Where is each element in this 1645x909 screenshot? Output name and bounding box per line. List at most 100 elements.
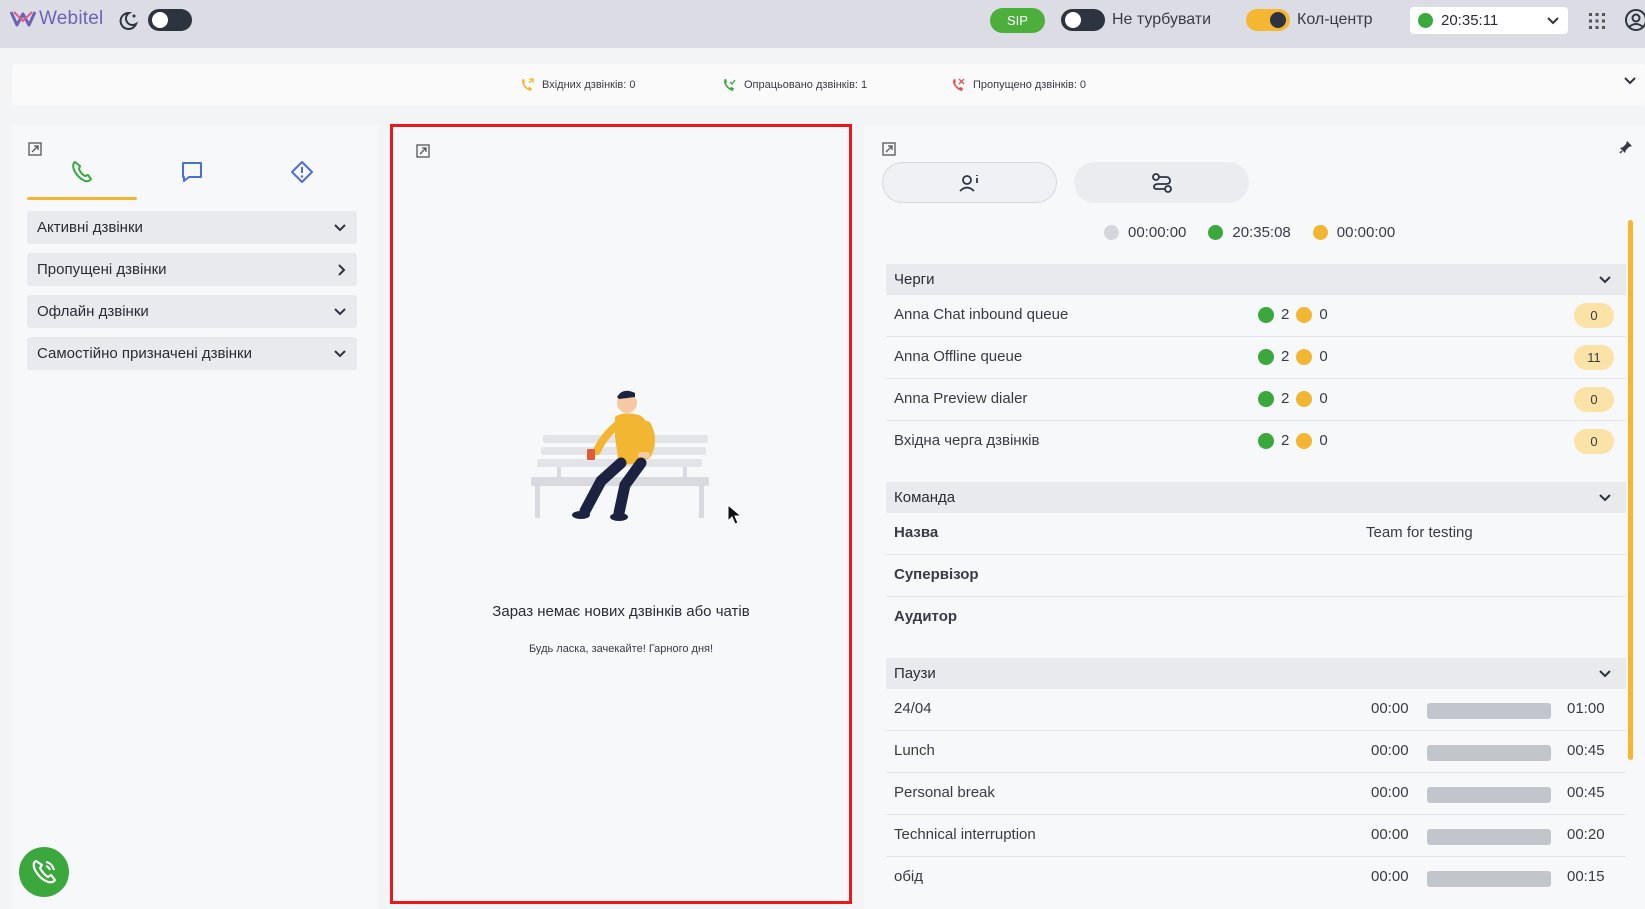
dnd-toggle[interactable] <box>1061 9 1105 31</box>
queue-badge: 0 <box>1574 429 1614 454</box>
pause-end: 01:00 <box>1567 700 1605 717</box>
pause-progress-bar <box>1427 703 1551 719</box>
pause-start: 00:00 <box>1371 700 1409 717</box>
person-on-bench-illustration <box>531 390 709 521</box>
team-row: Супервізор <box>886 555 1626 597</box>
chevron-down-icon[interactable] <box>1623 76 1637 86</box>
pause-row[interactable]: Personal break 00:00 00:45 <box>886 773 1626 815</box>
status-dot-grey <box>1104 225 1119 240</box>
logo-text: Webitel <box>39 8 104 29</box>
expand-icon[interactable] <box>416 144 430 158</box>
conversation-panel: Зараз немає нових дзвінків або чатів Буд… <box>390 124 852 904</box>
status-online-dot <box>1418 13 1433 28</box>
section-queues[interactable]: Черги <box>886 264 1626 295</box>
queue-row: Anna Chat inbound queue 2 0 0 <box>886 295 1626 337</box>
queue-badge: 0 <box>1574 303 1614 328</box>
queue-name: Anna Preview dialer <box>894 390 1028 407</box>
top-header: Webitel SIP Не турбувати Кол-центр 20:35… <box>0 0 1645 48</box>
phone-call-icon <box>32 859 57 884</box>
pause-progress-bar <box>1427 829 1551 845</box>
callcenter-toggle[interactable] <box>1246 9 1290 31</box>
pause-progress-bar <box>1427 745 1551 761</box>
workspace-tabs <box>27 152 357 200</box>
mouse-cursor-icon <box>727 504 743 525</box>
pause-start: 00:00 <box>1371 784 1409 801</box>
timer-offline: 00:00:00 <box>1104 224 1186 241</box>
tab-chats[interactable] <box>137 152 247 200</box>
pin-icon[interactable] <box>1619 140 1633 154</box>
timer-value: 00:00:00 <box>1336 224 1396 241</box>
queue-badge: 11 <box>1574 345 1614 370</box>
pause-row[interactable]: Technical interruption 00:00 00:20 <box>886 815 1626 857</box>
user-account-icon[interactable] <box>1624 8 1645 32</box>
chat-icon <box>182 162 202 182</box>
section-label: Офлайн дзвінки <box>37 303 149 320</box>
queue-badge: 0 <box>1574 387 1614 412</box>
chevron-down-icon <box>1599 669 1611 677</box>
chevron-down-icon <box>1599 493 1611 501</box>
agent-info-icon <box>958 174 978 192</box>
alert-diamond-icon <box>291 161 313 183</box>
team-key: Аудитор <box>894 608 958 625</box>
pause-end: 00:15 <box>1567 868 1605 885</box>
callcenter-label: Кол-центр <box>1297 11 1373 28</box>
section-pauses[interactable]: Паузи <box>886 658 1626 689</box>
theme-toggle[interactable] <box>148 9 192 31</box>
pause-end: 00:20 <box>1567 826 1605 843</box>
pause-row[interactable]: обід 00:00 00:15 <box>886 857 1626 895</box>
queue-green-count: 2 <box>1281 306 1290 323</box>
timer-pause: 00:00:00 <box>1312 224 1396 241</box>
queue-counts: 20 <box>1258 432 1328 449</box>
chevron-down-icon <box>1599 275 1611 283</box>
pause-name: Lunch <box>894 742 935 759</box>
queue-name: Anna Chat inbound queue <box>894 306 1069 323</box>
section-missed-calls[interactable]: Пропущені дзвінки <box>27 253 357 286</box>
chevron-right-icon <box>338 263 346 276</box>
queue-row: Anna Offline queue 20 11 <box>886 337 1626 379</box>
timer-value: 00:00:00 <box>1128 224 1187 241</box>
pause-start: 00:00 <box>1371 868 1409 885</box>
tab-agent-info[interactable] <box>882 162 1057 203</box>
pause-name: 24/04 <box>894 700 932 717</box>
expand-icon[interactable] <box>882 142 896 156</box>
status-dot-green <box>1208 225 1224 240</box>
timer-online: 20:35:08 <box>1208 224 1291 241</box>
section-offline-calls[interactable]: Офлайн дзвінки <box>27 295 357 328</box>
queue-green-count: 2 <box>1281 348 1290 365</box>
pause-end: 00:45 <box>1567 784 1605 801</box>
dnd-label: Не турбувати <box>1112 11 1212 28</box>
tab-calls[interactable] <box>27 152 137 200</box>
section-title: Команда <box>894 489 956 506</box>
pause-row[interactable]: Lunch 00:00 00:45 <box>886 731 1626 773</box>
queue-yellow-count: 0 <box>1319 432 1328 449</box>
queue-yellow-count: 0 <box>1319 306 1328 323</box>
queue-green-count: 2 <box>1281 432 1290 449</box>
agent-status-select[interactable]: 20:35:11 <box>1410 7 1568 34</box>
flow-route-icon <box>1151 172 1172 193</box>
pause-row[interactable]: 24/04 00:00 01:00 <box>886 689 1626 731</box>
section-team[interactable]: Команда <box>886 482 1626 513</box>
section-self-assigned-calls[interactable]: Самостійно призначені дзвінки <box>27 337 357 370</box>
team-row: Аудитор <box>886 597 1626 639</box>
call-stats-bar: Вхідних дзвінків: 0 Опрацьовано дзвінків… <box>12 64 1645 106</box>
tab-flow[interactable] <box>1074 162 1249 203</box>
team-key: Назва <box>894 524 939 541</box>
status-time: 20:35:11 <box>1441 12 1499 29</box>
section-title: Черги <box>894 271 935 288</box>
section-active-calls[interactable]: Активні дзвінки <box>27 211 357 244</box>
processed-call-icon <box>724 79 736 91</box>
section-label: Самостійно призначені дзвінки <box>37 345 252 362</box>
tab-tasks[interactable] <box>247 152 357 200</box>
apps-grid-icon[interactable] <box>1588 12 1606 30</box>
pause-progress-bar <box>1427 871 1551 887</box>
sip-status-badge[interactable]: SIP <box>990 8 1045 33</box>
stat-processed-text: Опрацьовано дзвінків: 1 <box>744 79 868 91</box>
queue-yellow-count: 0 <box>1319 348 1328 365</box>
new-call-button[interactable] <box>19 847 69 897</box>
moon-sun-icon[interactable] <box>117 10 139 32</box>
queue-name: Вхідна черга дзвінків <box>894 432 1040 449</box>
team-key: Супервізор <box>894 566 979 583</box>
scrollbar[interactable] <box>1628 220 1633 760</box>
stat-missed: Пропущено дзвінків: 0 <box>951 78 1086 92</box>
incoming-call-icon <box>522 78 534 91</box>
